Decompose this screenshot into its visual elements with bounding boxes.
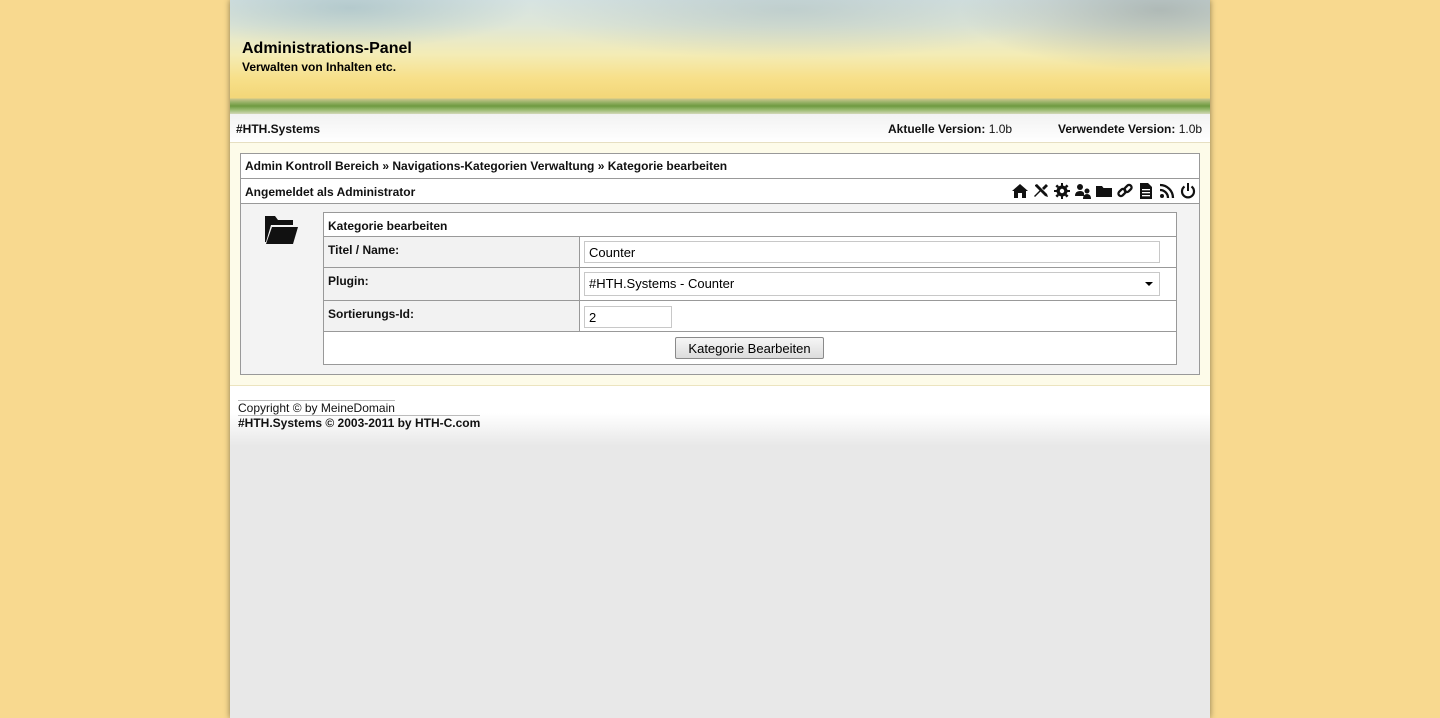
brand-name: #HTH.Systems — [236, 122, 321, 136]
current-version: Aktuelle Version: 1.0b — [888, 122, 1012, 136]
sort-id-input[interactable] — [584, 306, 672, 328]
title-input[interactable] — [584, 241, 1160, 263]
current-version-label: Aktuelle Version: — [888, 122, 986, 136]
plugin-label: Plugin: — [328, 274, 369, 288]
title-value-cell — [580, 237, 1176, 267]
main-content: Admin Kontroll Bereich » Navigations-Kat… — [230, 143, 1210, 386]
site-subtitle: Verwalten von Inhalten etc. — [242, 60, 397, 74]
sort-row: Sortierungs-Id: — [324, 301, 1176, 332]
plugin-selected-value: #HTH.Systems - Counter — [589, 276, 735, 291]
edit-category-form: Kategorie bearbeiten Titel / Name: Plugi… — [323, 212, 1177, 365]
form-heading: Kategorie bearbeiten — [328, 219, 448, 233]
copyright-text: Copyright © by MeineDomain — [238, 400, 395, 415]
used-version: Verwendete Version: 1.0b — [1058, 122, 1202, 136]
used-version-value: 1.0b — [1178, 122, 1203, 136]
admin-panel-box: Admin Kontroll Bereich » Navigations-Kat… — [240, 153, 1200, 375]
folder-icon[interactable] — [1095, 182, 1113, 200]
title-row: Titel / Name: — [324, 237, 1176, 268]
plugin-value-cell: #HTH.Systems - Counter — [580, 268, 1176, 300]
user-toolbar-row: Angemeldet als Administrator — [241, 179, 1199, 204]
title-label-cell: Titel / Name: — [324, 237, 580, 267]
plugin-row: Plugin: #HTH.Systems - Counter — [324, 268, 1176, 301]
title-label: Titel / Name: — [328, 243, 400, 257]
plugin-select[interactable]: #HTH.Systems - Counter — [584, 272, 1160, 296]
logged-in-status: Angemeldet als Administrator — [245, 185, 416, 199]
plugin-label-cell: Plugin: — [324, 268, 580, 300]
settings-icon[interactable] — [1053, 182, 1071, 200]
open-folder-icon — [263, 212, 299, 248]
current-version-value: 1.0b — [988, 122, 1013, 136]
tools-icon[interactable] — [1032, 182, 1050, 200]
page-container: Administrations-Panel Verwalten von Inha… — [230, 0, 1210, 718]
footer: Copyright © by MeineDomain #HTH.Systems … — [230, 386, 1210, 446]
dropdown-arrow-icon — [1145, 282, 1153, 286]
link-icon[interactable] — [1116, 182, 1134, 200]
power-icon[interactable] — [1179, 182, 1197, 200]
submit-row: Kategorie Bearbeiten — [324, 332, 1176, 364]
form-header: Kategorie bearbeiten — [324, 213, 1176, 237]
submit-button[interactable]: Kategorie Bearbeiten — [675, 337, 824, 359]
document-icon[interactable] — [1137, 182, 1155, 200]
home-icon[interactable] — [1011, 182, 1029, 200]
users-icon[interactable] — [1074, 182, 1092, 200]
info-bar: #HTH.Systems Aktuelle Version: 1.0b Verw… — [230, 114, 1210, 143]
sort-label: Sortierungs-Id: — [328, 307, 414, 321]
header-banner: Administrations-Panel Verwalten von Inha… — [230, 0, 1210, 114]
credit-text: #HTH.Systems © 2003-2011 by HTH-C.com — [238, 415, 481, 430]
breadcrumb-text: Admin Kontroll Bereich » Navigations-Kat… — [245, 159, 728, 173]
breadcrumb: Admin Kontroll Bereich » Navigations-Kat… — [241, 154, 1199, 179]
site-title: Administrations-Panel — [242, 40, 412, 57]
used-version-label: Verwendete Version: — [1058, 122, 1176, 136]
rss-icon[interactable] — [1158, 182, 1176, 200]
sort-label-cell: Sortierungs-Id: — [324, 301, 580, 331]
admin-toolbar — [1011, 182, 1197, 200]
sort-value-cell — [580, 301, 1176, 331]
